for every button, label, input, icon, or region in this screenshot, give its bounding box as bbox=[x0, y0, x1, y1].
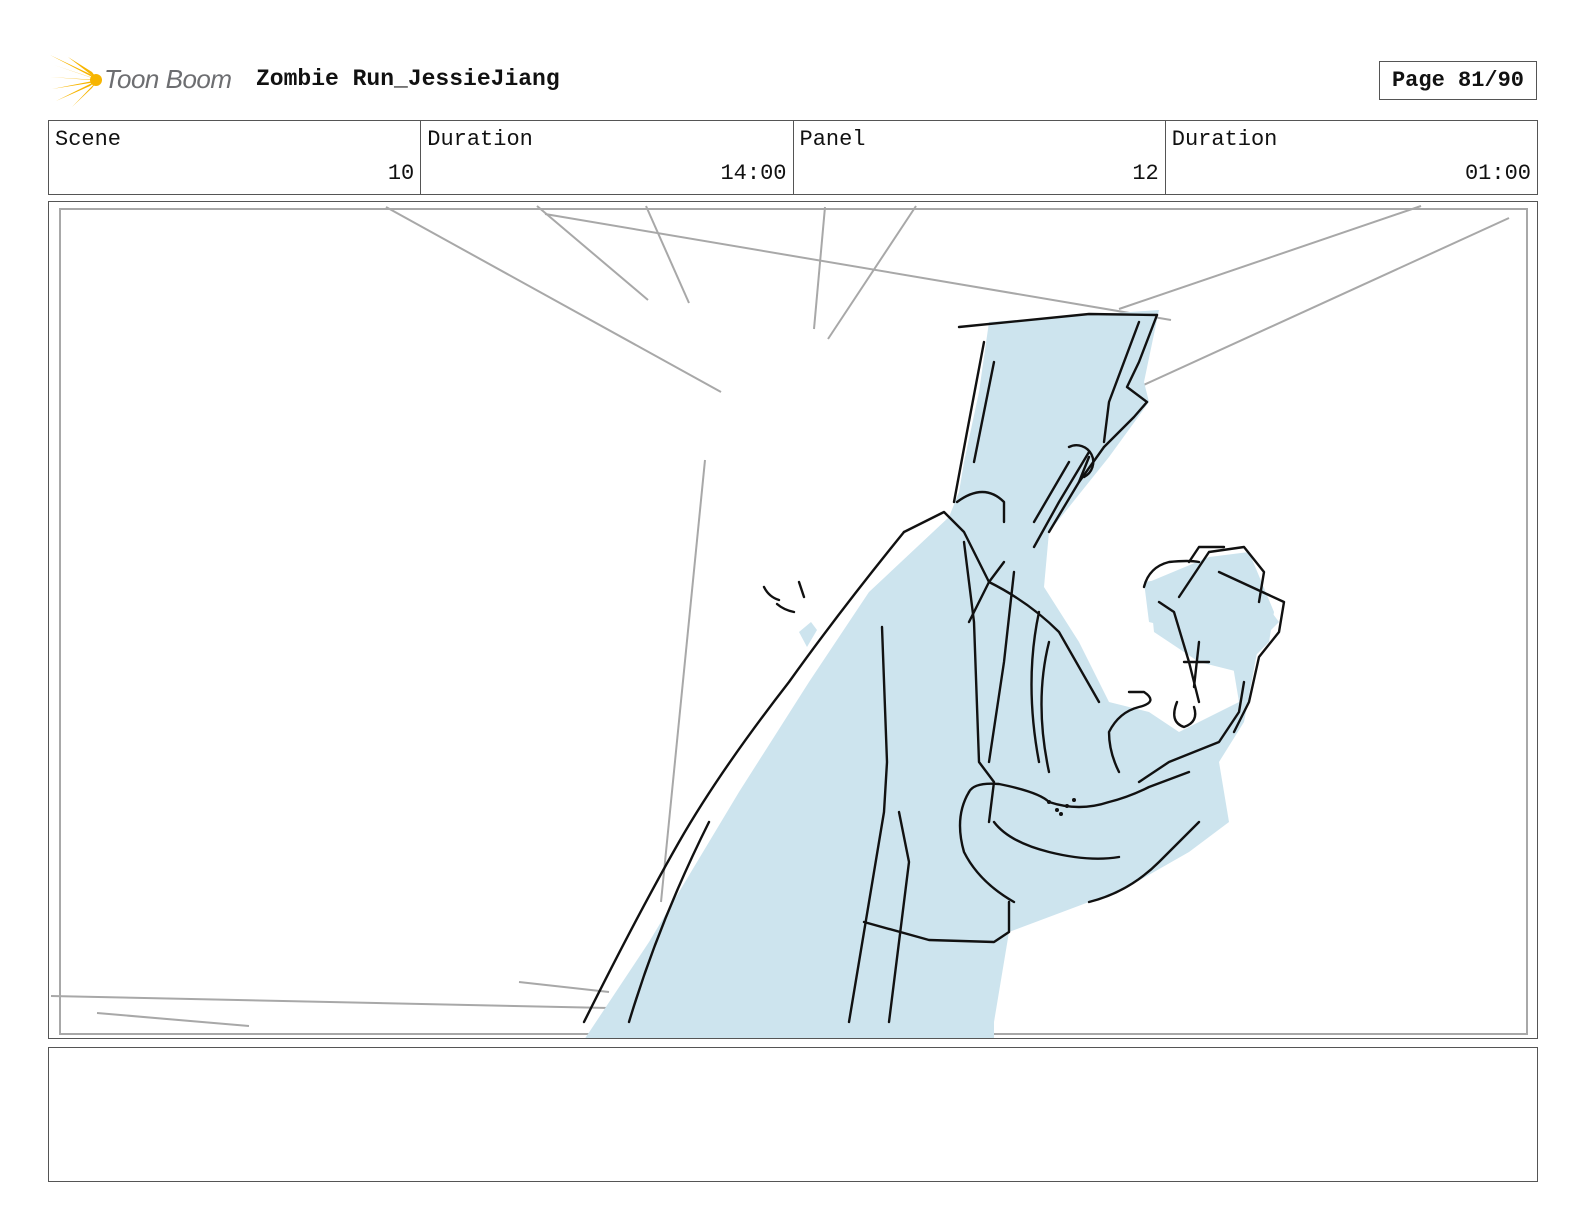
sketch-drawing bbox=[50, 205, 1528, 1038]
scene-cell: Scene 10 bbox=[49, 121, 422, 194]
panel-value: 12 bbox=[1132, 161, 1159, 186]
panel-notes-box[interactable] bbox=[48, 1047, 1538, 1182]
scene-duration-label: Duration bbox=[427, 127, 533, 152]
scene-duration-cell: Duration 14:00 bbox=[421, 121, 794, 194]
panel-cell: Panel 12 bbox=[794, 121, 1166, 194]
panel-label: Panel bbox=[799, 127, 866, 152]
toon-boom-logo: Toon Boom bbox=[50, 55, 240, 107]
panel-duration-value: 01:00 bbox=[1464, 161, 1531, 186]
scene-label: Scene bbox=[55, 127, 122, 152]
page-indicator: Page 81/90 bbox=[1379, 61, 1537, 100]
storyboard-panel-image bbox=[48, 201, 1538, 1039]
scene-duration-value: 14:00 bbox=[720, 161, 787, 186]
document-title: Zombie Run_JessieJiang bbox=[256, 66, 560, 92]
character-fill bbox=[585, 310, 1279, 1038]
storyboard-header: Toon Boom Zombie Run_JessieJiang Page 81… bbox=[0, 0, 1584, 120]
panel-duration-cell: Duration 01:00 bbox=[1166, 121, 1537, 194]
scene-info-table: Scene 10 Duration 14:00 Panel 12 Duratio… bbox=[48, 120, 1538, 195]
starburst-icon bbox=[50, 55, 102, 107]
scene-value: 10 bbox=[387, 161, 415, 186]
panel-duration-label: Duration bbox=[1171, 127, 1278, 152]
logo-wordmark: Toon Boom bbox=[104, 64, 232, 94]
